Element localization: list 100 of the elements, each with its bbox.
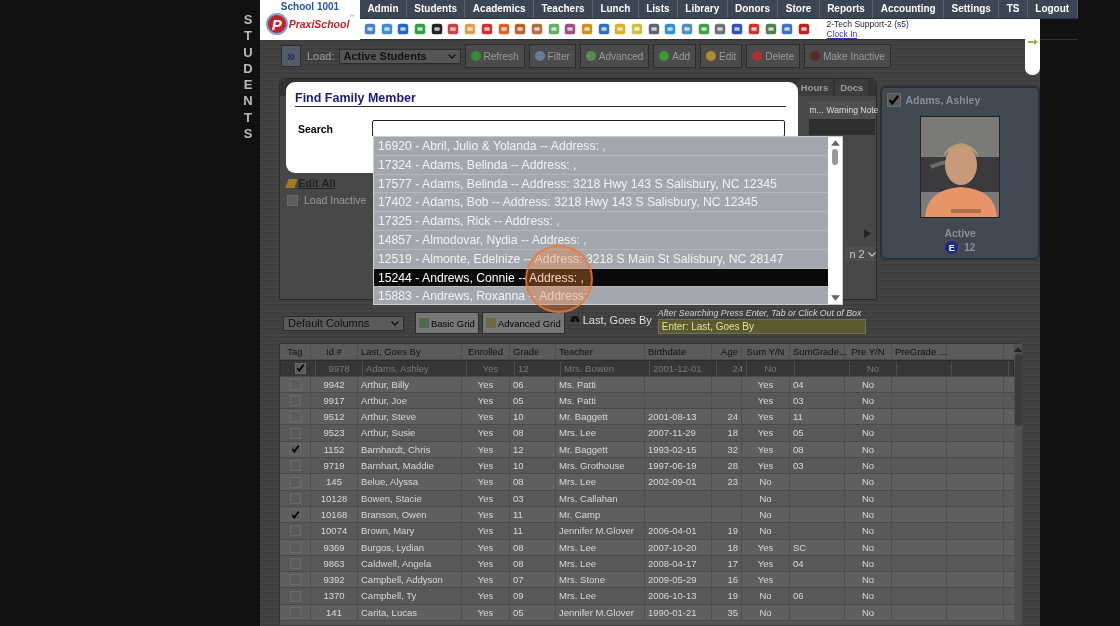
table-cell: 08 (513, 557, 524, 569)
tag-checkbox[interactable] (289, 492, 301, 504)
table-cell: Campbell, Addyson (361, 574, 443, 586)
user-name: 2-Tech Support-2 (s5) (826, 19, 909, 29)
table-row[interactable]: 9392 Campbell, Addyson Yes 07 Mrs. Stone 2009-05-29 16 Yes No (280, 572, 1014, 589)
table-cell: No (861, 427, 875, 439)
menu-item[interactable]: Admin (360, 0, 407, 18)
search-field[interactable]: Enter: Last, Goes By (657, 319, 866, 334)
scroll-thumb[interactable] (832, 149, 838, 165)
table-cell: Arthur, Steve (361, 411, 416, 423)
menu-item[interactable]: Lists (638, 0, 678, 18)
column-header[interactable]: PreGrade ... (892, 344, 947, 360)
menu-item[interactable]: Lunch (593, 0, 639, 18)
filter-button[interactable]: Filter (528, 44, 576, 68)
column-header[interactable]: Enrolled (462, 344, 510, 360)
menu-item[interactable]: Library (677, 0, 728, 18)
column-header[interactable]: Pre Y/N (845, 344, 892, 360)
add-button[interactable]: Add (653, 44, 697, 68)
scroll-down-icon[interactable] (830, 295, 840, 301)
menu-item[interactable]: Reports (819, 0, 874, 18)
column-header[interactable]: Teacher (556, 344, 645, 360)
tag-checkbox[interactable] (289, 606, 301, 618)
table-cell: Belue, Alyssa (361, 476, 419, 488)
menu-item[interactable]: Settings (944, 0, 1000, 18)
column-header[interactable]: Sum Y/N (742, 344, 790, 360)
table-cell: No (861, 606, 875, 618)
table-cell: 07 (513, 574, 524, 586)
table-cell: 12 (518, 363, 529, 375)
table-cell: No (861, 557, 875, 569)
scrollbar[interactable] (828, 137, 842, 304)
page-select[interactable]: n 2 (845, 247, 876, 261)
columns-select[interactable]: Default Columns (283, 315, 404, 331)
column-header[interactable]: Last, Goes By (358, 344, 462, 360)
tag-checkbox[interactable] (289, 411, 301, 423)
table-row[interactable]: 10074 Brown, Mary Yes 11 Jennifer M.Glover 2006-04-01 19 No No (280, 523, 1014, 540)
checkbox[interactable] (887, 93, 902, 107)
table-cell: 10 (513, 460, 524, 472)
table-cell: No (861, 378, 875, 390)
menu-item[interactable]: Students (406, 0, 466, 18)
table-cell: 2001-08-13 (648, 411, 697, 423)
basic-grid-button[interactable]: Basic Grid (415, 312, 479, 334)
side-label-letter: T (243, 28, 253, 45)
table-cell: No (861, 574, 875, 586)
table-cell: 08 (513, 541, 524, 553)
checkbox[interactable] (287, 194, 298, 206)
column-header[interactable]: Age (712, 344, 742, 360)
menu-item[interactable]: Academics (465, 0, 535, 18)
tag-checkbox[interactable] (289, 574, 301, 586)
advanced-button[interactable]: Advanced (579, 44, 650, 68)
table-cell: 2001-12-01 (653, 363, 702, 375)
advanced-grid-button[interactable]: Advanced Grid (481, 312, 565, 334)
column-header[interactable]: SumGrade... (790, 344, 845, 360)
table-cell: No (861, 541, 875, 553)
column-header[interactable]: Grade (510, 344, 556, 360)
menu-item[interactable]: Teachers (534, 0, 593, 18)
delete-button[interactable]: Delete (746, 44, 801, 68)
table-cell: Yes (477, 460, 494, 472)
table-cell: 19 (727, 590, 738, 602)
tag-checkbox[interactable] (289, 443, 301, 455)
edit-button[interactable]: Edit (700, 44, 743, 68)
menu-item[interactable]: Store (778, 0, 820, 18)
column-header[interactable]: Birthdate (645, 344, 712, 360)
table-cell: No (861, 525, 875, 537)
scroll-thumb[interactable] (1014, 354, 1022, 426)
column-header[interactable]: Id # (311, 344, 358, 360)
menu-item[interactable]: Logout (1027, 0, 1078, 18)
table-cell: 04 (793, 557, 804, 569)
table-row[interactable]: 9523 Arthur, Susie Yes 08 Mrs. Lee 2007-11-29 18 Yes 05 No (280, 425, 1014, 442)
clock-in-link[interactable]: Clock In (826, 29, 909, 39)
menu-item[interactable]: Donors (727, 0, 779, 18)
tag-checkbox[interactable] (289, 378, 301, 390)
column-header[interactable]: Tag (280, 344, 311, 360)
table-row[interactable]: 9719 Barnhart, Maddie Yes 10 Mrs. Grothouse 1997-06-19 28 Yes 03 No (280, 458, 1014, 475)
tag-checkbox[interactable] (289, 541, 301, 553)
scroll-right-icon[interactable] (864, 229, 872, 238)
table-row[interactable]: 145 Belue, Alyssa Yes 08 Mrs. Lee 2002-09-01 23 No No (280, 474, 1014, 491)
table-row[interactable]: 9512 Arthur, Steve Yes 10 Mr. Baggett 2001-08-13 24 Yes 11 No (280, 409, 1014, 426)
table-cell: 10074 (320, 525, 348, 537)
table-cell: Mrs. Lee (559, 557, 596, 569)
load-select[interactable]: Active Students (338, 48, 461, 64)
arrow-icon (1027, 39, 1038, 45)
tag-checkbox[interactable] (289, 395, 301, 407)
table-cell: 9917 (323, 394, 345, 406)
table-cell: 2007-11-29 (648, 427, 696, 439)
refresh-button[interactable]: Refresh (464, 44, 525, 68)
tag-checkbox[interactable] (289, 509, 301, 521)
table-row[interactable]: 1370 Campbell, Ty Yes 09 Mrs. Lee 2006-10-13 19 No 06 No (280, 588, 1014, 605)
scrollbar[interactable] (1014, 344, 1022, 625)
table-cell: Yes (477, 394, 494, 406)
menu-item[interactable]: TS (999, 0, 1028, 18)
tag-checkbox[interactable] (289, 460, 301, 472)
status-label: Active (944, 227, 976, 239)
tag-checkbox[interactable] (294, 362, 306, 374)
tab[interactable]: Docs (835, 79, 869, 96)
side-handle[interactable] (1025, 38, 1040, 75)
table-cell: 32 (727, 443, 738, 455)
caret-icon (867, 251, 876, 257)
menu-item[interactable]: Accounting (873, 0, 945, 18)
tab[interactable]: Hours (795, 79, 834, 96)
scroll-up-icon[interactable] (830, 140, 840, 146)
